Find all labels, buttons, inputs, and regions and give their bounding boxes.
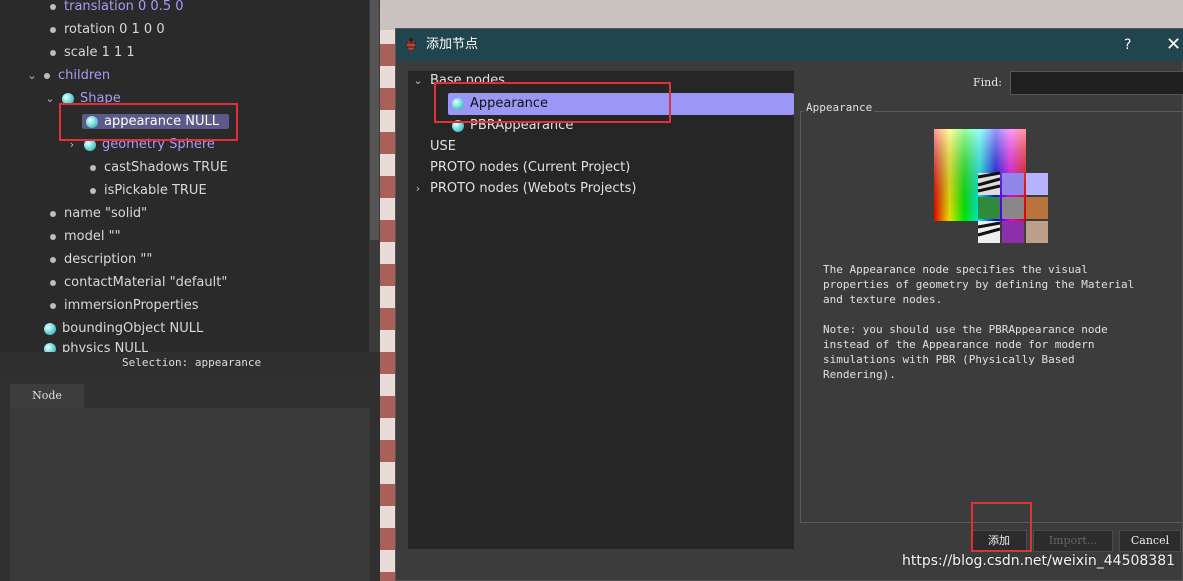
selection-label: Selection: appearance (122, 356, 262, 369)
3d-viewport-background (380, 0, 1183, 30)
tree-group-base-nodes[interactable]: ⌄ Base nodes (412, 71, 505, 91)
tree-item-label: scale 1 1 1 (64, 45, 135, 60)
list-item-appearance[interactable]: Appearance (448, 93, 794, 115)
tree-item-label: PROTO nodes (Webots Projects) (430, 181, 637, 196)
dialog-title-bar[interactable]: 添加节点 ? ✕ (396, 29, 1183, 61)
field-dot-icon (50, 210, 56, 217)
tree-item-label: name "solid" (64, 206, 148, 221)
field-dot-icon (50, 279, 56, 286)
import-button[interactable]: Import... (1033, 530, 1113, 552)
field-dot-icon (90, 187, 96, 194)
close-button[interactable]: ✕ (1166, 29, 1181, 61)
tree-item-boundingobject[interactable]: boundingObject NULL (44, 319, 203, 339)
webots-bug-icon (406, 38, 416, 50)
chevron-down-icon[interactable]: ⌄ (412, 71, 424, 91)
tree-item-label: model "" (64, 229, 121, 244)
node-ball-icon (84, 138, 96, 151)
chevron-right-icon[interactable]: › (412, 179, 424, 199)
tree-item-label: description "" (64, 252, 153, 267)
tree-item-label: immersionProperties (64, 298, 199, 313)
watermark-text: https://blog.csdn.net/weixin_44508381 (902, 553, 1176, 569)
add-button[interactable]: 添加 (971, 530, 1027, 552)
tree-item-translation[interactable]: translation 0 0.5 0 (50, 0, 184, 17)
node-ball-icon (62, 92, 74, 105)
help-button[interactable]: ? (1124, 29, 1131, 61)
chevron-right-icon[interactable]: › (66, 135, 78, 155)
tree-item-physics[interactable]: physics NULL (44, 342, 148, 352)
tree-item-immersionproperties[interactable]: immersionProperties (50, 296, 199, 316)
field-dot-icon (50, 302, 56, 309)
node-panel: Node (0, 374, 380, 581)
chevron-down-icon[interactable]: ⌄ (26, 66, 38, 86)
tree-item-label: PBRAppearance (470, 118, 574, 133)
selected-node[interactable]: appearance NULL (82, 114, 229, 129)
tree-item-children[interactable]: ⌄ children (26, 66, 110, 86)
tree-item-name[interactable]: name "solid" (50, 204, 147, 224)
tree-item-label: isPickable TRUE (104, 183, 207, 198)
tree-item-label: PROTO nodes (Current Project) (430, 160, 631, 175)
tree-item-label: translation 0 0.5 0 (64, 0, 184, 14)
tree-item-label: Base nodes (430, 73, 506, 88)
tree-item-scale[interactable]: scale 1 1 1 (50, 43, 135, 63)
tree-item-label: appearance NULL (104, 114, 219, 129)
field-dot-icon (50, 233, 56, 240)
tab-node[interactable]: Node (10, 384, 84, 408)
field-dot-icon (50, 49, 56, 56)
tree-item-rotation[interactable]: rotation 0 1 0 0 (50, 20, 165, 40)
field-dot-icon (50, 256, 56, 263)
list-item-pbrappearance[interactable]: PBRAppearance (452, 116, 573, 136)
tree-item-label: rotation 0 1 0 0 (64, 22, 165, 37)
tree-item-ispickable[interactable]: isPickable TRUE (90, 181, 207, 201)
add-node-dialog: 添加节点 ? ✕ ⌄ Base nodes Appearance PBRAppea… (395, 28, 1183, 581)
field-dot-icon (44, 72, 50, 79)
field-dot-icon (90, 164, 96, 171)
selection-bar: Selection: appearance (0, 352, 380, 374)
tree-item-label: Appearance (470, 96, 549, 111)
list-item-proto-current[interactable]: PROTO nodes (Current Project) (430, 158, 630, 178)
info-group-title: Appearance (804, 101, 875, 114)
tree-item-label: physics NULL (62, 342, 149, 352)
node-description: The Appearance node specifies the visual… (823, 263, 1135, 381)
scene-tree[interactable]: translation 0 0.5 0 rotation 0 1 0 0 sca… (0, 0, 380, 352)
find-label: Find: (973, 76, 1002, 89)
tree-item-shape[interactable]: ⌄ Shape (44, 89, 121, 109)
tree-item-label: USE (430, 139, 456, 154)
tree-item-label: contactMaterial "default" (64, 275, 228, 290)
tree-item-label: Shape (80, 91, 121, 106)
tree-scrollbar-thumb[interactable] (370, 0, 379, 240)
field-dot-icon (50, 26, 56, 33)
dialog-title: 添加节点 (426, 37, 479, 52)
tree-item-geometry[interactable]: › geometry Sphere (66, 135, 215, 155)
appearance-preview-icon (934, 129, 1048, 243)
tree-item-label: geometry Sphere (102, 137, 215, 152)
tree-item-contactmaterial[interactable]: contactMaterial "default" (50, 273, 227, 293)
node-ball-icon (44, 322, 56, 335)
node-ball-icon (452, 97, 464, 110)
tree-item-label: castShadows TRUE (104, 160, 228, 175)
tree-group-proto-webots[interactable]: › PROTO nodes (Webots Projects) (412, 179, 637, 199)
node-type-tree[interactable]: ⌄ Base nodes Appearance PBRAppearance USE… (408, 71, 794, 549)
find-input[interactable] (1010, 71, 1183, 95)
chevron-down-icon[interactable]: ⌄ (44, 89, 56, 109)
node-ball-icon (86, 115, 98, 128)
node-ball-icon (44, 342, 56, 352)
tree-item-label: boundingObject NULL (62, 321, 204, 336)
node-panel-body (10, 408, 370, 581)
list-item-use[interactable]: USE (430, 137, 456, 157)
tree-item-description[interactable]: description "" (50, 250, 152, 270)
tree-item-appearance[interactable]: appearance NULL (82, 112, 229, 132)
tree-item-label: children (58, 68, 111, 83)
node-ball-icon (452, 119, 464, 132)
tree-item-model[interactable]: model "" (50, 227, 121, 247)
cancel-button[interactable]: Cancel (1119, 530, 1181, 552)
field-dot-icon (50, 3, 56, 10)
tree-item-castshadows[interactable]: castShadows TRUE (90, 158, 228, 178)
